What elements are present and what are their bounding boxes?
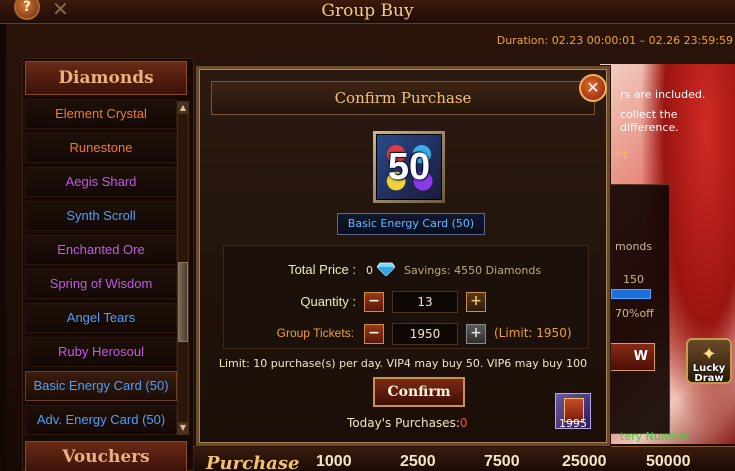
total-price-label: Total Price :	[288, 262, 356, 277]
category-panel: Diamonds Element Crystal Runestone Aegis…	[22, 58, 194, 471]
tier-value: 1000	[316, 453, 352, 470]
category-item-adv-energy-card[interactable]: Adv. Energy Card (50)	[25, 405, 177, 435]
category-item-basic-energy-card[interactable]: Basic Energy Card (50)	[25, 371, 177, 401]
todays-purchases: Today's Purchases:0	[347, 416, 468, 430]
duration-text: Duration: 02.23 00:00:01 – 02.26 23:59:5…	[496, 34, 733, 47]
purchase-details: Total Price : 0 Savings: 4550 Diamonds Q…	[223, 245, 589, 349]
quantity-label: Quantity :	[300, 294, 356, 309]
background-offer-box: monds 150 70%off W	[600, 184, 670, 434]
tier-value: 50000	[646, 453, 691, 470]
category-header-diamonds[interactable]: Diamonds	[25, 61, 187, 95]
dialog-title: Confirm Purchase	[211, 81, 595, 115]
offer-buy-button[interactable]: W	[605, 343, 655, 371]
promo-text-3: nt	[616, 148, 628, 161]
tickets-decrease-button[interactable]: −	[364, 324, 384, 344]
total-price-value: 0	[366, 264, 373, 277]
lucky-draw-button[interactable]: ✦ Lucky Draw	[686, 338, 732, 384]
category-item-synth-scroll[interactable]: Synth Scroll	[25, 201, 177, 231]
item-icon-number: 50	[387, 146, 431, 188]
tier-value: 25000	[562, 453, 607, 470]
scroll-down-icon[interactable]: ▼	[178, 422, 188, 434]
category-item-ruby-herosoul[interactable]: Ruby Herosoul	[25, 337, 177, 367]
scroll-thumb[interactable]	[178, 262, 188, 342]
category-item-spring-of-wisdom[interactable]: Spring of Wisdom	[25, 269, 177, 299]
item-icon: 50	[373, 131, 445, 203]
lottery-number-text: tery Number	[620, 430, 690, 443]
energy-card-icon: 50	[376, 134, 442, 200]
tickets-limit-text: (Limit: 1950)	[494, 326, 572, 340]
star-icon: ✦	[701, 344, 717, 365]
tickets-increase-button[interactable]: +	[466, 324, 486, 344]
category-item-enchanted-ore[interactable]: Enchanted Ore	[25, 235, 177, 265]
offer-text-discount: 70%off	[615, 307, 654, 320]
confirm-purchase-dialog: Confirm Purchase ✕ 50 Basic Energy Card …	[196, 66, 610, 446]
offer-text-diamonds: monds	[615, 240, 653, 253]
page-title: Group Buy	[321, 1, 414, 21]
category-item-element-crystal[interactable]: Element Crystal	[25, 99, 177, 129]
savings-text: Savings: 4550 Diamonds	[404, 264, 542, 277]
category-list: Element Crystal Runestone Aegis Shard Sy…	[25, 99, 177, 439]
quantity-increase-button[interactable]: +	[466, 292, 486, 312]
purchase-label: Purchase	[206, 453, 300, 471]
ticket-count: 1995	[559, 417, 587, 430]
category-item-aegis-shard[interactable]: Aegis Shard	[25, 167, 177, 197]
category-item-angel-tears[interactable]: Angel Tears	[25, 303, 177, 333]
confirm-button[interactable]: Confirm	[373, 377, 465, 407]
quantity-field[interactable]: 13	[392, 291, 458, 313]
tier-value: 2500	[400, 453, 436, 470]
close-button[interactable]: ✕	[579, 74, 607, 102]
tickets-field[interactable]: 1950	[392, 323, 458, 345]
category-scrollbar[interactable]: ▲ ▼	[177, 101, 189, 435]
category-header-vouchers[interactable]: Vouchers	[25, 441, 187, 471]
offer-text-150: 150	[623, 273, 644, 286]
item-name-label: Basic Energy Card (50)	[337, 213, 485, 235]
promo-artwork: rs are included. collect the difference.…	[600, 64, 735, 444]
quantity-decrease-button[interactable]: −	[364, 292, 384, 312]
promo-text-1: rs are included.	[620, 88, 706, 101]
purchase-limit-text: Limit: 10 purchase(s) per day. VIP4 may …	[218, 357, 588, 370]
category-item-runestone[interactable]: Runestone	[25, 133, 177, 163]
offer-progress-bar	[611, 289, 651, 299]
diamond-icon	[377, 262, 395, 276]
todays-purchases-label: Today's Purchases:	[347, 416, 460, 430]
promo-text-2: collect the difference.	[620, 108, 679, 134]
lucky-draw-label: Lucky Draw	[692, 363, 726, 384]
group-tickets-label: Group Tickets:	[276, 326, 354, 340]
todays-purchases-value: 0	[459, 416, 468, 430]
top-bar: ? ✕ Group Buy	[0, 0, 735, 24]
purchase-tier-bar: Purchase 1000 2500 7500 25000 50000	[194, 446, 735, 471]
scroll-up-icon[interactable]: ▲	[178, 102, 188, 114]
tier-value: 7500	[484, 453, 520, 470]
